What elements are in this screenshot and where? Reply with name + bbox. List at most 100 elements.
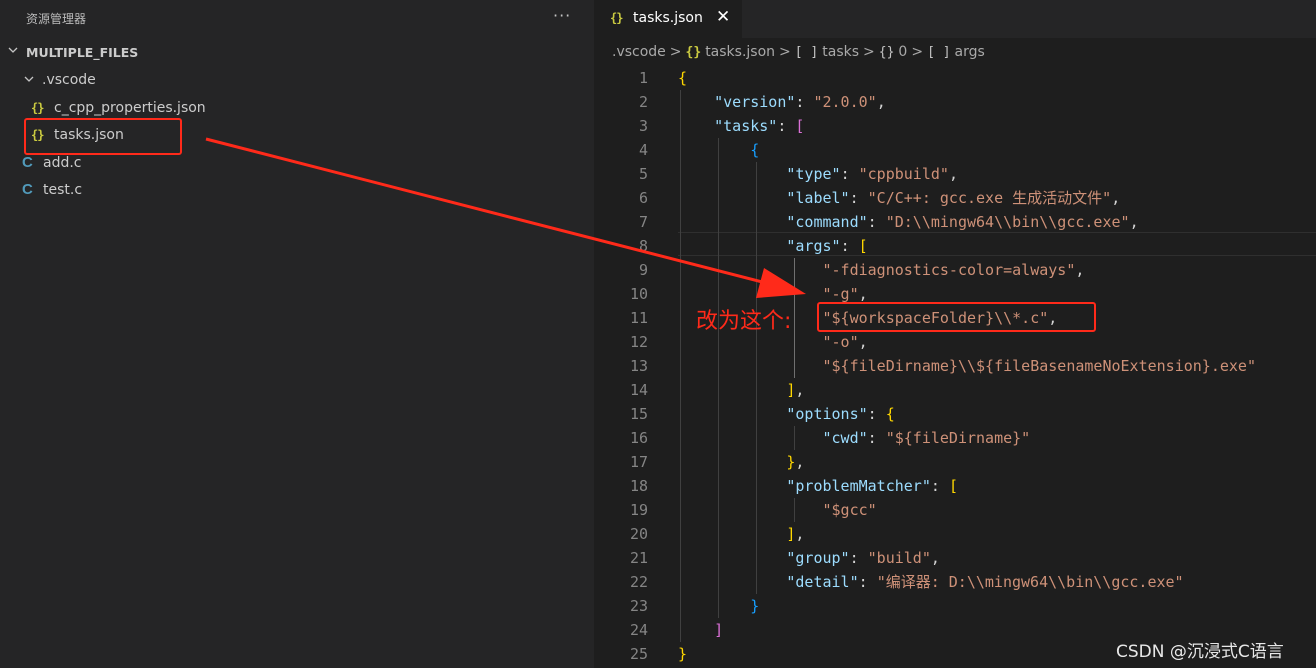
code-token: "$gcc" [822, 501, 877, 519]
code-line[interactable]: "tasks": [ [678, 114, 804, 138]
code-line[interactable]: "label": "C/C++: gcc.exe 生成活动文件", [678, 186, 1120, 210]
code-token: , [948, 165, 958, 183]
line-number: 17 [629, 453, 648, 471]
file-label: add.c [43, 155, 82, 171]
breadcrumb-item[interactable]: {} tasks.json [686, 44, 776, 60]
code-token: { [678, 69, 688, 87]
chevron-down-icon [23, 73, 35, 85]
breadcrumb-item[interactable]: [ ] args [927, 44, 985, 60]
code-token: "cwd" [822, 429, 868, 447]
breadcrumb: .vscode >{} tasks.json >[ ] tasks >{} 0 >[ ] arg… [612, 44, 985, 64]
code-token: "command" [786, 213, 868, 231]
code-token: [ [858, 237, 868, 255]
line-number: 3 [638, 117, 648, 135]
code-token: "C/C++: gcc.exe 生成活动文件" [867, 189, 1112, 207]
code-line[interactable]: "command": "D:\\mingw64\\bin\\gcc.exe", [678, 210, 1139, 234]
line-number: 23 [629, 597, 648, 615]
code-line[interactable]: "type": "cppbuild", [678, 162, 958, 186]
code-line[interactable]: "$gcc" [678, 498, 877, 522]
code-token: , [1129, 213, 1139, 231]
breadcrumb-label: .vscode [612, 44, 666, 60]
tab-tasks-json[interactable]: {} tasks.json ✕ [594, 0, 742, 38]
code-line[interactable]: "detail": "编译器: D:\\mingw64\\bin\\gcc.ex… [678, 570, 1183, 594]
code-token: "-fdiagnostics-color=always" [822, 261, 1076, 279]
array-icon: [ ] [927, 45, 951, 60]
breadcrumb-item[interactable]: [ ] tasks [795, 44, 859, 60]
explorer-sidebar: 资源管理器 ··· MULTIPLE_FILES .vscode {} c_cp… [0, 0, 594, 668]
annotation-label: 改为这个: [696, 309, 792, 334]
code-token: : [777, 117, 796, 135]
line-number: 9 [638, 261, 648, 279]
code-token: "label" [786, 189, 850, 207]
code-editor[interactable]: 1{2 "version": "2.0.0", 3 "tasks": [4 {5 … [594, 66, 1316, 668]
line-number: 8 [638, 237, 648, 255]
code-token: : [858, 573, 877, 591]
line-number: 13 [629, 357, 648, 375]
code-token: "args" [786, 237, 841, 255]
line-number: 14 [629, 381, 648, 399]
breadcrumb-label: args [954, 44, 985, 60]
code-token: { [750, 141, 760, 159]
code-line[interactable]: "version": "2.0.0", [678, 90, 886, 114]
code-line[interactable]: "-fdiagnostics-color=always", [678, 258, 1085, 282]
code-token: : [867, 405, 886, 423]
folder-label: .vscode [42, 72, 96, 88]
code-line[interactable]: ] [678, 618, 723, 642]
breadcrumb-label: tasks [822, 44, 860, 60]
line-number: 5 [638, 165, 648, 183]
line-number: 22 [629, 573, 648, 591]
object-icon: {} [878, 45, 895, 60]
breadcrumb-item[interactable]: .vscode [612, 44, 666, 60]
code-token: "2.0.0" [813, 93, 877, 111]
breadcrumb-label: 0 [898, 44, 908, 60]
line-number: 10 [629, 285, 648, 303]
code-token: , [858, 333, 868, 351]
code-line[interactable]: } [678, 642, 687, 666]
code-line[interactable]: { [678, 66, 687, 90]
code-token: , [795, 453, 805, 471]
code-token: "${fileDirname}\\${fileBasenameNoExtensi… [822, 357, 1256, 375]
json-file-icon: {} [610, 11, 623, 25]
folder-vscode[interactable]: .vscode [0, 68, 594, 94]
line-number: 19 [629, 501, 648, 519]
breadcrumb-item[interactable]: {} 0 [879, 44, 908, 60]
ellipsis-icon[interactable]: ··· [553, 6, 571, 25]
code-line[interactable]: "group": "build", [678, 546, 940, 570]
code-line[interactable]: "args": [ [678, 234, 868, 258]
file-test-c[interactable]: C test.c [0, 178, 594, 204]
code-line[interactable]: } [678, 594, 759, 618]
close-icon[interactable]: ✕ [716, 7, 730, 27]
code-line[interactable]: ], [678, 522, 804, 546]
code-line[interactable]: { [678, 138, 759, 162]
code-token: "${fileDirname}" [885, 429, 1031, 447]
code-line[interactable]: "problemMatcher": [ [678, 474, 958, 498]
line-number: 6 [638, 189, 648, 207]
root-folder-label: MULTIPLE_FILES [26, 45, 139, 60]
code-token: : [795, 93, 814, 111]
code-line[interactable]: ], [678, 378, 804, 402]
code-token: "cppbuild" [858, 165, 949, 183]
code-line[interactable]: "${fileDirname}\\${fileBasenameNoExtensi… [678, 354, 1256, 378]
highlight-box-tasks-json [24, 118, 182, 155]
code-line[interactable]: }, [678, 450, 804, 474]
folder-root-multiple-files[interactable]: MULTIPLE_FILES [0, 39, 594, 65]
code-token: , [930, 549, 940, 567]
breadcrumb-label: tasks.json [705, 44, 776, 60]
line-number: 20 [629, 525, 648, 543]
code-token: "build" [867, 549, 931, 567]
line-number: 18 [629, 477, 648, 495]
code-line[interactable]: "options": { [678, 402, 894, 426]
tab-bar: {} tasks.json ✕ [594, 0, 1316, 38]
code-line[interactable]: "cwd": "${fileDirname}" [678, 426, 1031, 450]
